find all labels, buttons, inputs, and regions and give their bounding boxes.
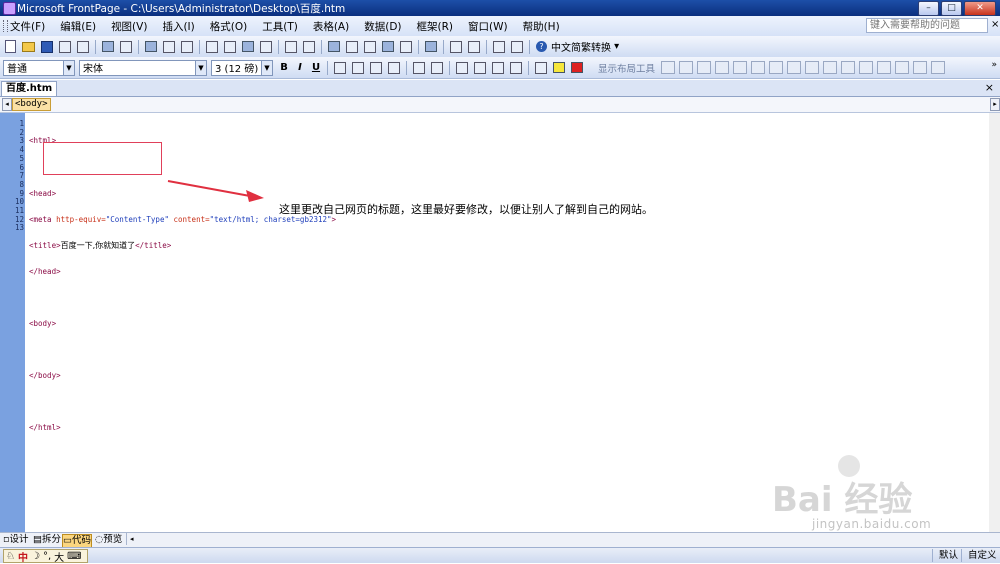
- ime-logo-icon[interactable]: ♘: [6, 551, 15, 562]
- horizontal-scrollbar[interactable]: ◂: [126, 533, 994, 545]
- preview-tab-label: 预览: [103, 534, 123, 545]
- code-tab-label: 代码: [71, 535, 91, 546]
- design-view-tab[interactable]: ▫设计: [3, 534, 28, 546]
- ime-fullwidth-icon[interactable]: 大: [54, 549, 64, 564]
- ime-moon-icon[interactable]: ☽: [31, 551, 40, 562]
- design-tab-label: 设计: [9, 534, 29, 545]
- watermark-brand: Bai 经验: [772, 480, 913, 520]
- status-bar: ♘ 中 ☽ °, 大 ⌨ 默认 自定义: [0, 547, 1000, 564]
- ime-punctuation-icon[interactable]: °,: [43, 551, 51, 562]
- ime-toolbar[interactable]: ♘ 中 ☽ °, 大 ⌨: [3, 549, 88, 564]
- annotation-text: 这里更改自己网页的标题，这里最好要修改，以便让别人了解到自己的网站。: [279, 203, 653, 216]
- scroll-left-icon[interactable]: ◂: [130, 535, 134, 543]
- code-view-tab[interactable]: ▭代码: [62, 534, 92, 548]
- split-view-tab[interactable]: ▤拆分: [33, 534, 61, 546]
- watermark-url: jingyan.baidu.com: [812, 517, 932, 531]
- vertical-scrollbar[interactable]: [989, 113, 1000, 532]
- status-custom[interactable]: 自定义: [961, 549, 997, 562]
- split-tab-label: 拆分: [41, 534, 61, 545]
- preview-view-tab[interactable]: ◌预览: [95, 534, 122, 546]
- ime-keyboard-icon[interactable]: ⌨: [67, 551, 81, 562]
- status-default[interactable]: 默认: [932, 549, 958, 562]
- arrow-shaft: [167, 180, 251, 197]
- arrow-head: [246, 190, 264, 202]
- ime-chinese-mode[interactable]: 中: [18, 549, 28, 564]
